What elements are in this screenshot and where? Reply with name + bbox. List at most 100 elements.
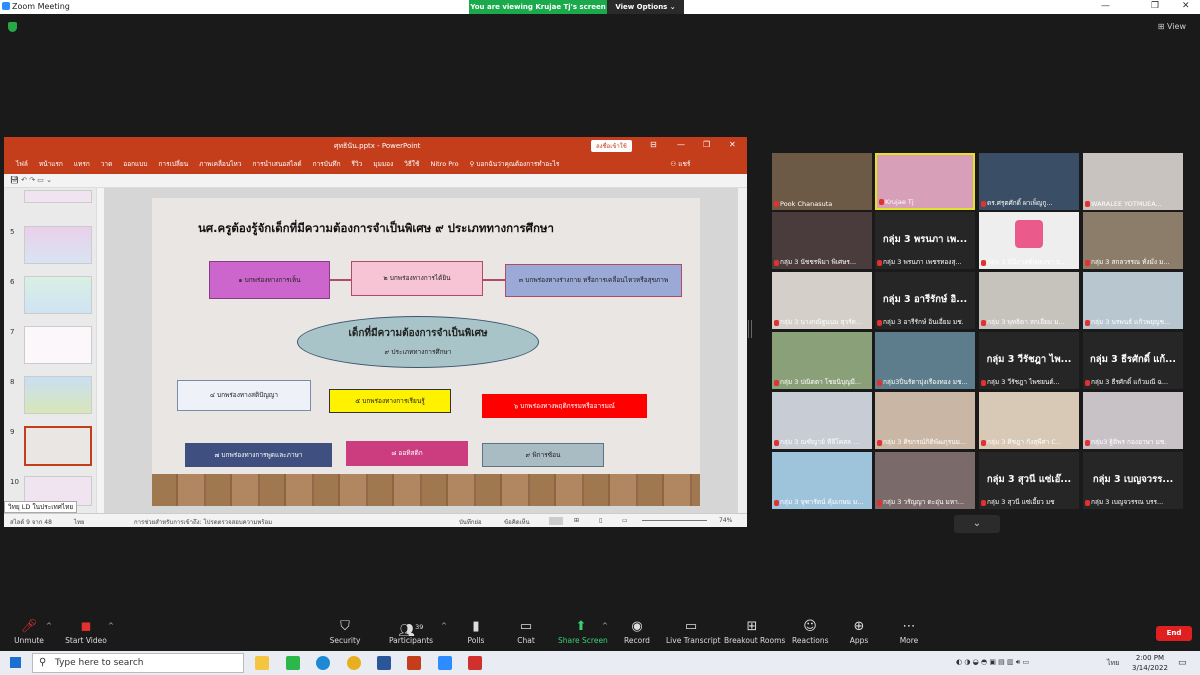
slide-scrollbar[interactable] xyxy=(738,188,747,513)
word-app-icon[interactable] xyxy=(377,656,391,670)
participant-tile[interactable]: กลุ่ม 3 พรนภา เพ... กลุ่ม 3 พรนภา เพชรทอง… xyxy=(875,212,975,269)
participant-tile[interactable]: กลุ่ม 3 ปณิตตา โชยนิบุญมี... xyxy=(772,332,872,389)
participant-tile[interactable]: กลุ่ม3ปิ่นรัตาบุ่งเรืองทอง มช... xyxy=(875,332,975,389)
slide-thumbnail[interactable] xyxy=(24,276,92,314)
more-button[interactable]: ⋯ More xyxy=(897,618,921,645)
participant-tile[interactable]: Krujae Tj xyxy=(875,153,975,210)
start-video-button[interactable]: ◼︎ Start Video xyxy=(64,618,108,645)
close-icon[interactable]: ✕ xyxy=(1182,1,1190,11)
participant-tile[interactable]: กลุ่ม 3 จุฑารัตน์ คุ้มเกษม ม... xyxy=(772,452,872,509)
participant-tile[interactable]: กลุ่ม 3 สกลวรรณ ทั่งมั่ง ม... xyxy=(1083,212,1183,269)
windows-start-icon[interactable] xyxy=(10,657,21,668)
video-options-caret[interactable]: ^ xyxy=(108,622,114,630)
ppt-tab[interactable]: วาด xyxy=(101,159,113,169)
taskbar-search-input[interactable]: ⚲ Type here to search xyxy=(32,653,244,673)
zoom-app-icon[interactable] xyxy=(438,656,452,670)
zoom-level[interactable]: 74% xyxy=(719,517,732,524)
encryption-shield-icon[interactable] xyxy=(8,22,17,32)
edge-browser-icon[interactable] xyxy=(316,656,330,670)
ppt-close-icon[interactable]: ✕ xyxy=(729,140,736,149)
minimize-icon[interactable]: — xyxy=(1101,1,1110,11)
ppt-minimize-icon[interactable]: — xyxy=(677,140,685,149)
tell-me-search[interactable]: ⚲ บอกฉันว่าคุณต้องการทำอะไร xyxy=(470,159,560,169)
system-tray-icons[interactable]: ◐ ◑ ◒ ◓ ▣ ▤ ▥ 🔊︎ ▭ xyxy=(956,658,1029,667)
ppt-tab[interactable]: แทรก xyxy=(74,159,90,169)
slide-thumbnail[interactable] xyxy=(24,226,92,264)
taskbar-clock[interactable]: 2:00 PM 3/14/2022 xyxy=(1132,653,1168,673)
comments-button[interactable]: ข้อคิดเห็น xyxy=(504,517,530,527)
participant-tile[interactable]: กลุ่ม 3 สุวนี แซ่เอ๊... กลุ่ม 3 สุวนี แซ่… xyxy=(979,452,1079,509)
file-explorer-icon[interactable] xyxy=(255,656,269,670)
slide-thumbnail[interactable] xyxy=(24,376,92,414)
chrome-browser-icon[interactable] xyxy=(347,656,361,670)
reading-view-icon[interactable]: ▯ xyxy=(599,517,602,524)
ppt-tab[interactable]: ภาพเคลื่อนไหว xyxy=(199,159,241,169)
ppt-tab[interactable]: Nitro Pro xyxy=(430,160,458,168)
slideshow-icon[interactable]: ▭ xyxy=(622,517,628,524)
share-options-caret[interactable]: ^ xyxy=(602,622,608,630)
pdf-reader-icon[interactable] xyxy=(468,656,482,670)
participant-tile[interactable]: กลุ่ม 3 ศิชฎา กังสุพีศา C... xyxy=(979,392,1079,449)
slide-thumbnail[interactable] xyxy=(24,326,92,364)
end-meeting-button[interactable]: End xyxy=(1156,626,1192,641)
participant-tile[interactable]: กลุ่ม 3 ศิขกรณ์กิติพัฒกุรนม... xyxy=(875,392,975,449)
ppt-tab[interactable]: หน้าแรก xyxy=(39,159,63,169)
thumbnails-scrollbar[interactable] xyxy=(96,188,104,513)
share-screen-button[interactable]: ⬆︎ Share Screen xyxy=(558,618,608,645)
chevron-down-icon[interactable]: ⌄ xyxy=(954,515,1000,533)
participant-tile[interactable]: กลุ่ม 3 อารีรักษ์ อิ... กลุ่ม 3 อารีรักษ์… xyxy=(875,272,975,329)
participants-caret[interactable]: ^ xyxy=(441,622,447,630)
participants-button[interactable]: 👥︎39 Participants xyxy=(389,618,433,645)
live-transcript-button[interactable]: ▭ Live Transcript xyxy=(666,618,721,645)
ppt-restore-icon[interactable]: ❐ xyxy=(703,140,710,149)
apps-button[interactable]: ⊕ Apps xyxy=(847,618,871,645)
slide-thumbnail[interactable] xyxy=(24,190,92,203)
maximize-icon[interactable]: ❐ xyxy=(1151,1,1159,11)
zoom-slider[interactable] xyxy=(642,520,707,521)
input-language[interactable]: ไทย xyxy=(1107,658,1119,669)
notes-button[interactable]: บันทึกย่อ xyxy=(459,517,482,527)
ppt-signin-button[interactable]: ลงชื่อเข้าใช้ xyxy=(591,140,632,152)
participant-tile[interactable]: กลุ่ม 3 นันิภาสต์เพลงชา ม... xyxy=(979,212,1079,269)
participant-tile[interactable]: WARALEE YOTMUEA... xyxy=(1083,153,1183,210)
participant-tile[interactable]: กลุ่ม 3 วรัญญา ตะอุ่น มหา... xyxy=(875,452,975,509)
participant-tile[interactable]: กลุ่ม3 ฐิติพร กองอาษา มช. xyxy=(1083,392,1183,449)
ppt-tab[interactable]: การบันทึก xyxy=(313,159,341,169)
ppt-tab[interactable]: มุมมอง xyxy=(373,159,393,169)
security-button[interactable]: ⛉ Security xyxy=(328,618,362,645)
powerpoint-app-icon[interactable] xyxy=(407,656,421,670)
participant-tile[interactable]: กลุ่ม 3 พุทธิดา สกเอี่ยม ม... xyxy=(979,272,1079,329)
slide-thumbnail-selected[interactable] xyxy=(24,426,92,466)
polls-button[interactable]: ▮ Polls xyxy=(462,618,490,645)
view-button[interactable]: ⊞ View xyxy=(1158,22,1186,31)
participant-tile[interactable]: กลุ่ม 3 เบญจวรร... กลุ่ม 3 เบญจวรรณ บรร..… xyxy=(1083,452,1183,509)
line-app-icon[interactable] xyxy=(286,656,300,670)
participant-tile[interactable]: กลุ่ม 3 นัชชรพิมา พิเศษร... xyxy=(772,212,872,269)
ppt-tab[interactable]: การเปลี่ยน xyxy=(158,159,188,169)
notifications-icon[interactable]: ▭ xyxy=(1178,658,1187,668)
reactions-button[interactable]: ☺︎ Reactions xyxy=(792,618,828,645)
ppt-share-button[interactable]: ⚇ แชร์ xyxy=(670,159,690,169)
view-options-button[interactable]: View Options ⌄ xyxy=(607,0,684,14)
participant-tile[interactable]: กลุ่ม 3 ธีรศักดิ์ แก้... กลุ่ม 3 ธีรศักดิ… xyxy=(1083,332,1183,389)
participant-tile[interactable]: กลุ่ม 3 นางกณิฐนนม สุวรัต... xyxy=(772,272,872,329)
ppt-tab[interactable]: วิธีใช้ xyxy=(404,159,419,169)
accessibility-status[interactable]: การช่วยสำหรับการเข้าถึง: โปรดตรวจสอบความ… xyxy=(134,517,272,527)
chat-button[interactable]: ▭ Chat xyxy=(512,618,540,645)
normal-view-icon[interactable] xyxy=(549,517,563,525)
participant-tile[interactable]: กลุ่ม 3 นรพนธ์ แก้วพยุญช... xyxy=(1083,272,1183,329)
slide-sorter-icon[interactable]: ⊞ xyxy=(574,517,579,524)
participant-tile[interactable]: กลุ่ม 3 ณฑิญาย์ ทีลีโคสล ... xyxy=(772,392,872,449)
ribbon-display-icon[interactable]: ⊟ xyxy=(650,140,657,149)
ppt-tab[interactable]: ออกแบบ xyxy=(123,159,147,169)
participant-tile[interactable]: ดร.ศรุตศักดิ์ ผาเพ็ญกู... xyxy=(979,153,1079,210)
participant-tile[interactable]: กลุ่ม 3 วีรัชฎา ไพ... กลุ่ม 3 วีรัชฎา ไพช… xyxy=(979,332,1079,389)
unmute-button[interactable]: 🎤︎ Unmute xyxy=(12,618,46,645)
panel-divider-handle[interactable] xyxy=(748,320,752,338)
record-button[interactable]: ◉ Record xyxy=(622,618,652,645)
participant-tile[interactable]: Pook Chanasuta xyxy=(772,153,872,210)
breakout-rooms-button[interactable]: ⊞ Breakout Rooms xyxy=(724,618,785,645)
audio-options-caret[interactable]: ^ xyxy=(46,622,52,630)
ppt-tab[interactable]: รีวิว xyxy=(352,159,363,169)
ppt-tab[interactable]: การนำเสนอสไลด์ xyxy=(252,159,301,169)
